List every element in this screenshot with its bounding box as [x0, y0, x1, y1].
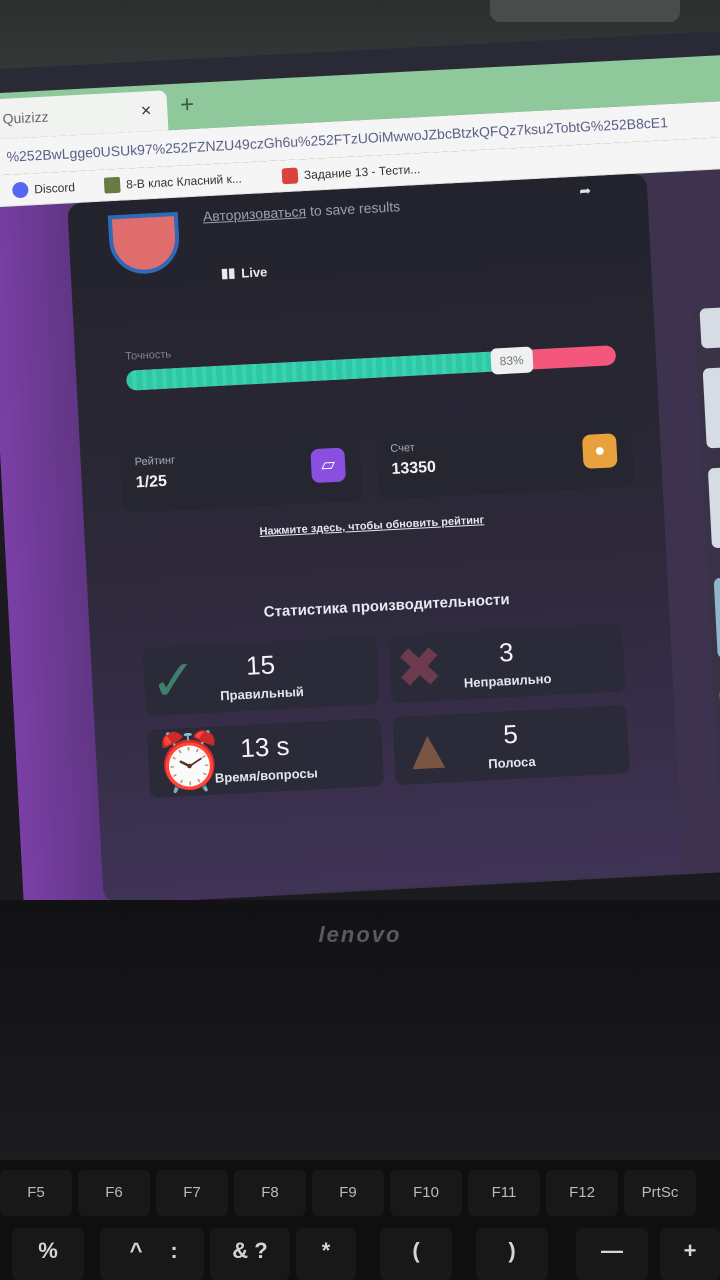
- key-open-paren[interactable]: (: [380, 1228, 452, 1280]
- thumbnail[interactable]: [702, 365, 720, 449]
- share-icon[interactable]: ➦: [579, 182, 592, 200]
- key-f5[interactable]: F5: [0, 1170, 72, 1216]
- key-prtsc[interactable]: PrtSc: [624, 1170, 696, 1216]
- bookmark-label: Discord: [33, 180, 76, 197]
- key-f10[interactable]: F10: [390, 1170, 462, 1216]
- auth-text: to save results: [305, 198, 401, 220]
- stat-streak: ▲ 5 Полоса: [392, 705, 630, 786]
- coins-icon: ●: [581, 433, 618, 469]
- close-icon[interactable]: ×: [140, 100, 152, 122]
- bookmark-label: Задание 13 - Тести...: [303, 162, 421, 183]
- score-box: Счет 13350 ●: [375, 414, 635, 500]
- key-f11[interactable]: F11: [468, 1170, 540, 1216]
- accuracy-bar: 83%: [125, 345, 617, 391]
- key-f7[interactable]: F7: [156, 1170, 228, 1216]
- new-tab-button[interactable]: +: [179, 91, 194, 120]
- accuracy-bar-fill: [125, 349, 534, 391]
- accuracy-percent: 83%: [489, 346, 534, 375]
- taurus-icon: ▱: [310, 447, 347, 484]
- key-colon[interactable]: :: [144, 1228, 204, 1280]
- result-card: Авторизоваться to save results ➦ ▮▮ Live…: [67, 173, 683, 903]
- refresh-rating-link[interactable]: Нажмите здесь, чтобы обновить рейтинг: [259, 514, 484, 538]
- bookmark-label: 8-В клас Класний к...: [125, 171, 243, 192]
- quiz-page: Авторизоваться to save results ➦ ▮▮ Live…: [0, 166, 720, 909]
- bookmark-test[interactable]: Задание 13 - Тести...: [281, 161, 421, 185]
- key-dash[interactable]: —: [576, 1228, 648, 1280]
- question-thumbnails: [693, 304, 720, 909]
- stat-incorrect: ✖ 3 Неправильно: [388, 623, 626, 704]
- accuracy-label: Точность: [124, 348, 172, 363]
- stats-title: Статистика производительности: [263, 591, 511, 621]
- thumbnail[interactable]: [699, 305, 720, 349]
- discord-icon: [11, 181, 29, 199]
- rating-box: Рейтинг 1/25 ▱: [119, 428, 364, 514]
- bookmark-discord[interactable]: Discord: [11, 179, 76, 199]
- tab-title: Quizizz: [2, 108, 49, 127]
- key-ampersand[interactable]: & ?: [210, 1228, 290, 1280]
- login-link[interactable]: Авторизоваться: [203, 203, 307, 224]
- classroom-icon: [103, 176, 121, 194]
- live-badge: ▮▮ Live: [221, 263, 268, 281]
- live-label: Live: [240, 263, 268, 281]
- screen: Quizizz × + %252BwLgge0USUk97%252FZNZU49…: [0, 29, 720, 909]
- live-icon: ▮▮: [220, 264, 236, 281]
- key-close-paren[interactable]: ): [476, 1228, 548, 1280]
- key-f8[interactable]: F8: [234, 1170, 306, 1216]
- key-f9[interactable]: F9: [312, 1170, 384, 1216]
- thumbnail[interactable]: [707, 465, 720, 549]
- auth-prompt: Авторизоваться to save results: [203, 198, 401, 224]
- key-percent[interactable]: %: [12, 1228, 84, 1280]
- key-plus[interactable]: +: [660, 1228, 720, 1280]
- avatar: [107, 211, 181, 276]
- laptop-brand: lenovo: [318, 922, 402, 947]
- test-icon: [281, 167, 299, 185]
- key-f12[interactable]: F12: [546, 1170, 618, 1216]
- bookmark-classroom[interactable]: 8-В клас Класний к...: [103, 170, 243, 194]
- key-f6[interactable]: F6: [78, 1170, 150, 1216]
- key-asterisk[interactable]: *: [296, 1228, 356, 1280]
- stat-time: ⏰ 13 s Время/вопросы: [146, 717, 385, 799]
- monitor-glare: [490, 0, 680, 22]
- thumbnail[interactable]: [713, 575, 720, 659]
- stat-correct: ✓ 15 Правильный: [142, 636, 380, 717]
